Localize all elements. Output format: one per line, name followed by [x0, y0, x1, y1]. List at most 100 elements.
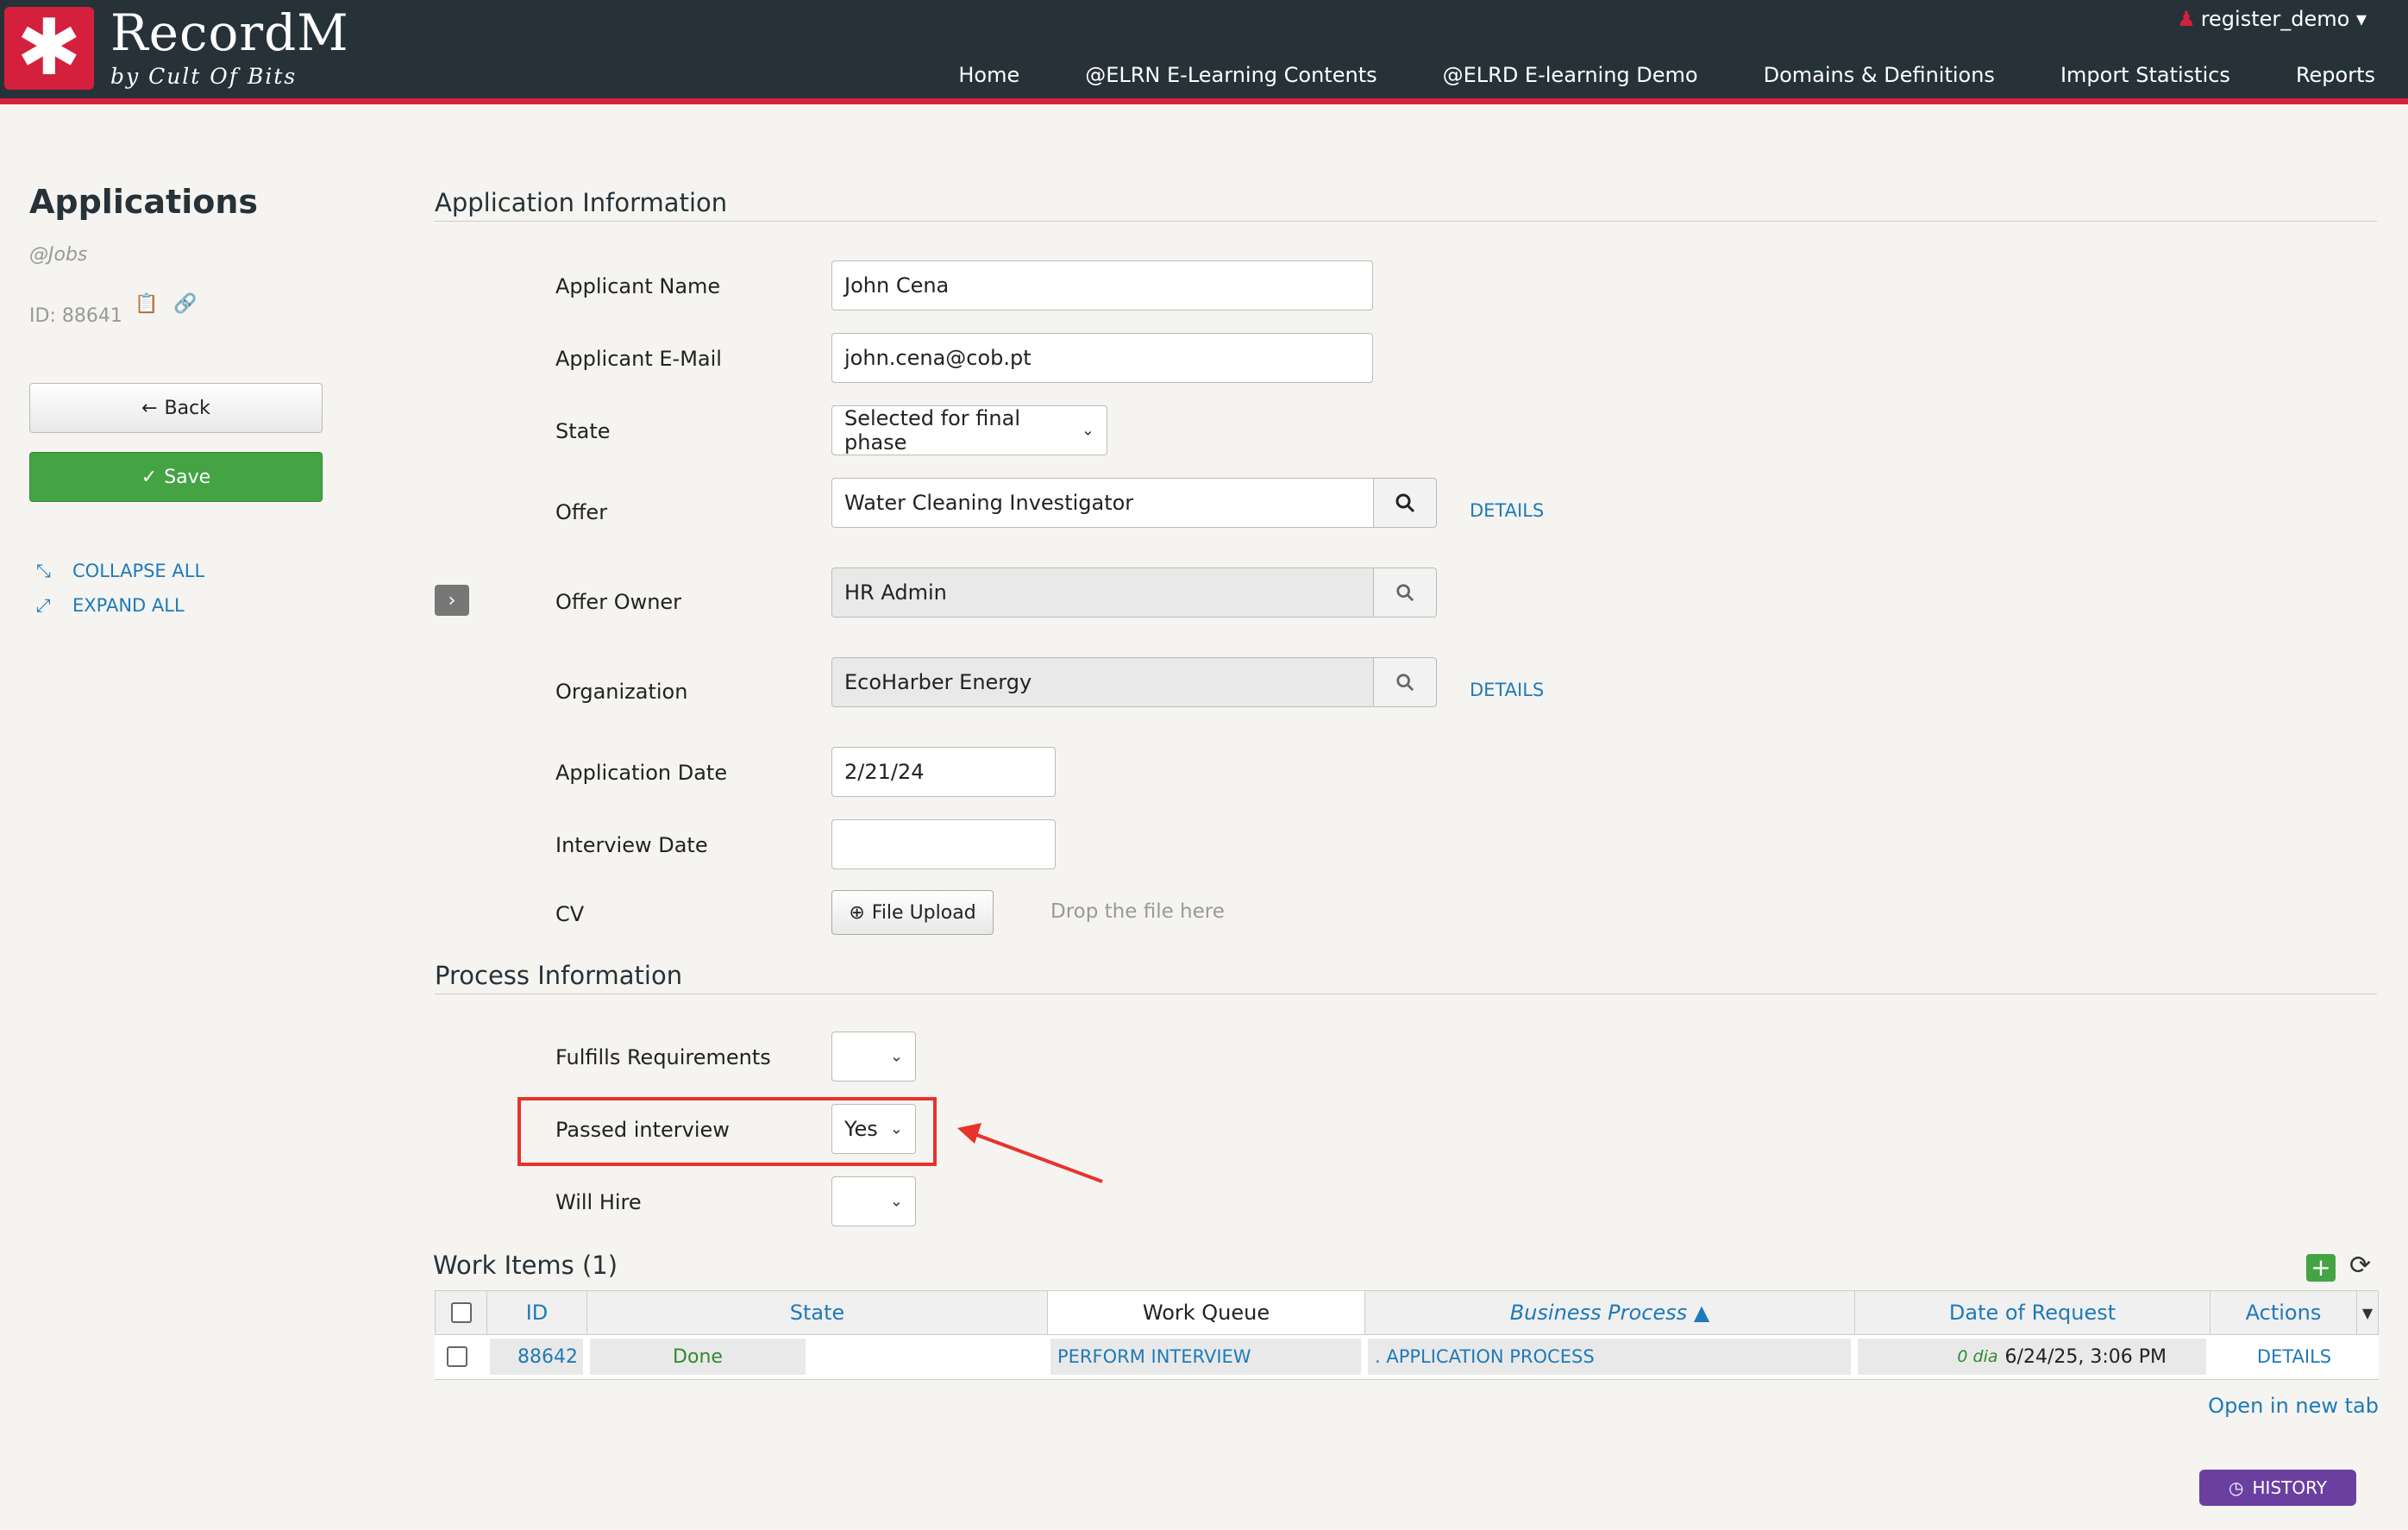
save-label: Save	[164, 466, 211, 488]
row-date-of-request: 0 dia 6/24/25, 3:06 PM	[1858, 1339, 2206, 1375]
row-date-age: 0 dia	[1957, 1347, 1998, 1366]
section-divider	[435, 221, 2377, 222]
state-label: State	[555, 419, 611, 443]
will-hire-select[interactable]: ⌄	[831, 1176, 916, 1226]
back-label: Back	[164, 397, 210, 419]
check-icon: ✓	[141, 466, 158, 488]
search-icon	[1395, 493, 1415, 513]
offer-owner-value: HR Admin	[844, 580, 947, 605]
refresh-icon[interactable]: ⟳	[2349, 1251, 2371, 1281]
offer-label: Offer	[555, 500, 608, 524]
application-info-title: Application Information	[435, 188, 728, 217]
applicant-name-label: Applicant Name	[555, 274, 721, 298]
organization-value: EcoHarber Energy	[844, 670, 1032, 694]
offer-owner-search-button[interactable]	[1373, 567, 1437, 618]
page-subtitle: @Jobs	[29, 244, 88, 266]
nav-elrd[interactable]: @ELRD E-learning Demo	[1443, 63, 1698, 87]
column-date-of-request[interactable]: Date of Request	[1855, 1291, 2210, 1334]
column-work-queue[interactable]: Work Queue	[1048, 1291, 1365, 1334]
offer-owner-label: Offer Owner	[555, 590, 682, 614]
upload-icon: ⊕	[849, 901, 865, 924]
expand-all-label: EXPAND ALL	[72, 595, 185, 616]
applicant-email-input[interactable]: john.cena@cob.pt	[831, 333, 1373, 383]
interview-date-input[interactable]	[831, 819, 1056, 869]
column-menu-chevron-icon[interactable]: ▼	[2357, 1291, 2378, 1334]
collapse-icon: ⤡	[36, 561, 51, 581]
main-nav: Home @ELRN E-Learning Contents @ELRD E-l…	[958, 63, 2375, 87]
applicant-name-input[interactable]: John Cena	[831, 260, 1373, 310]
expand-toggle-button[interactable]: ›	[435, 585, 469, 616]
expand-icon: ⤢	[36, 595, 51, 616]
organization-details-link[interactable]: DETAILS	[1470, 680, 1544, 700]
page-title: Applications	[29, 183, 258, 221]
app-header: ✱ RecordM by Cult Of Bits ♟ register_demo…	[0, 0, 2408, 104]
offer-search-button[interactable]	[1373, 478, 1437, 528]
fulfills-requirements-select[interactable]: ⌄	[831, 1031, 916, 1082]
nav-reports[interactable]: Reports	[2296, 63, 2375, 87]
applicant-email-label: Applicant E-Mail	[555, 347, 722, 371]
collapse-all-link[interactable]: ⤡ COLLAPSE ALL	[36, 561, 204, 582]
chevron-right-icon: ›	[448, 589, 456, 611]
arrow-left-icon: ←	[141, 397, 158, 419]
drop-zone-text: Drop the file here	[1050, 900, 1225, 923]
history-button[interactable]: ◷ HISTORY	[2199, 1470, 2356, 1506]
id-actions: 📋 🔗	[135, 293, 213, 315]
will-hire-label: Will Hire	[555, 1190, 642, 1214]
table-row[interactable]: 88642 Done PERFORM INTERVIEW . APPLICATI…	[435, 1335, 2379, 1380]
state-value: Selected for final phase	[844, 406, 1020, 455]
application-date-label: Application Date	[555, 761, 728, 785]
user-icon: ♟	[2177, 7, 2196, 31]
nav-import-statistics[interactable]: Import Statistics	[2060, 63, 2230, 87]
column-state[interactable]: State	[587, 1291, 1048, 1334]
applicant-name-value: John Cena	[844, 273, 950, 298]
offer-input[interactable]: Water Cleaning Investigator	[831, 478, 1375, 528]
logo-title: RecordM	[110, 3, 349, 62]
logo-icon[interactable]: ✱	[4, 7, 94, 90]
open-in-new-tab-link[interactable]: Open in new tab	[2208, 1394, 2379, 1418]
link-icon[interactable]: 🔗	[173, 293, 197, 315]
history-label: HISTORY	[2252, 1477, 2327, 1498]
table-header: ID State Work Queue Business Process ▲ D…	[435, 1290, 2379, 1335]
expand-all-link[interactable]: ⤢ EXPAND ALL	[36, 595, 185, 617]
search-icon	[1396, 674, 1414, 692]
column-business-process[interactable]: Business Process ▲	[1365, 1291, 1855, 1334]
nav-home[interactable]: Home	[958, 63, 1019, 87]
offer-details-link[interactable]: DETAILS	[1470, 500, 1544, 521]
chevron-down-icon: ⌄	[889, 1192, 903, 1211]
logo-symbol: ✱	[16, 3, 82, 93]
nav-elrn[interactable]: @ELRN E-Learning Contents	[1085, 63, 1376, 87]
annotation-arrow-icon	[957, 1123, 1103, 1183]
row-checkbox[interactable]	[447, 1346, 467, 1367]
row-work-queue[interactable]: PERFORM INTERVIEW	[1050, 1339, 1361, 1375]
fulfills-requirements-label: Fulfills Requirements	[555, 1045, 771, 1069]
offer-owner-input: HR Admin	[831, 567, 1375, 618]
work-items-title: Work Items (1)	[433, 1251, 618, 1280]
column-id[interactable]: ID	[487, 1291, 587, 1334]
row-date: 6/24/25, 3:06 PM	[2004, 1345, 2167, 1368]
file-upload-label: File Upload	[871, 901, 976, 924]
clipboard-icon[interactable]: 📋	[135, 293, 158, 315]
organization-label: Organization	[555, 680, 688, 704]
back-button[interactable]: ← Back	[29, 383, 323, 433]
row-state: Done	[590, 1339, 806, 1375]
select-all-checkbox[interactable]	[450, 1302, 472, 1323]
row-id[interactable]: 88642	[490, 1339, 583, 1375]
applicant-email-value: john.cena@cob.pt	[844, 346, 1032, 370]
plus-icon: +	[2311, 1253, 2331, 1282]
user-name: register_demo ▾	[2200, 7, 2367, 31]
nav-domains[interactable]: Domains & Definitions	[1764, 63, 1995, 87]
row-business-process[interactable]: . APPLICATION PROCESS	[1368, 1339, 1851, 1375]
state-select[interactable]: Selected for final phase ⌄	[831, 405, 1107, 455]
user-menu[interactable]: ♟ register_demo ▾	[2177, 7, 2367, 31]
interview-date-label: Interview Date	[555, 833, 708, 857]
application-date-value: 2/21/24	[844, 760, 925, 784]
chevron-down-icon: ⌄	[1081, 421, 1094, 440]
row-details-link[interactable]: DETAILS	[2210, 1339, 2379, 1375]
application-date-input[interactable]: 2/21/24	[831, 747, 1056, 797]
file-upload-button[interactable]: ⊕ File Upload	[831, 890, 994, 935]
column-actions[interactable]: Actions	[2210, 1291, 2357, 1334]
organization-search-button[interactable]	[1373, 657, 1437, 707]
record-id: ID: 88641	[29, 305, 122, 327]
add-work-item-button[interactable]: +	[2306, 1254, 2336, 1282]
save-button[interactable]: ✓ Save	[29, 452, 323, 502]
